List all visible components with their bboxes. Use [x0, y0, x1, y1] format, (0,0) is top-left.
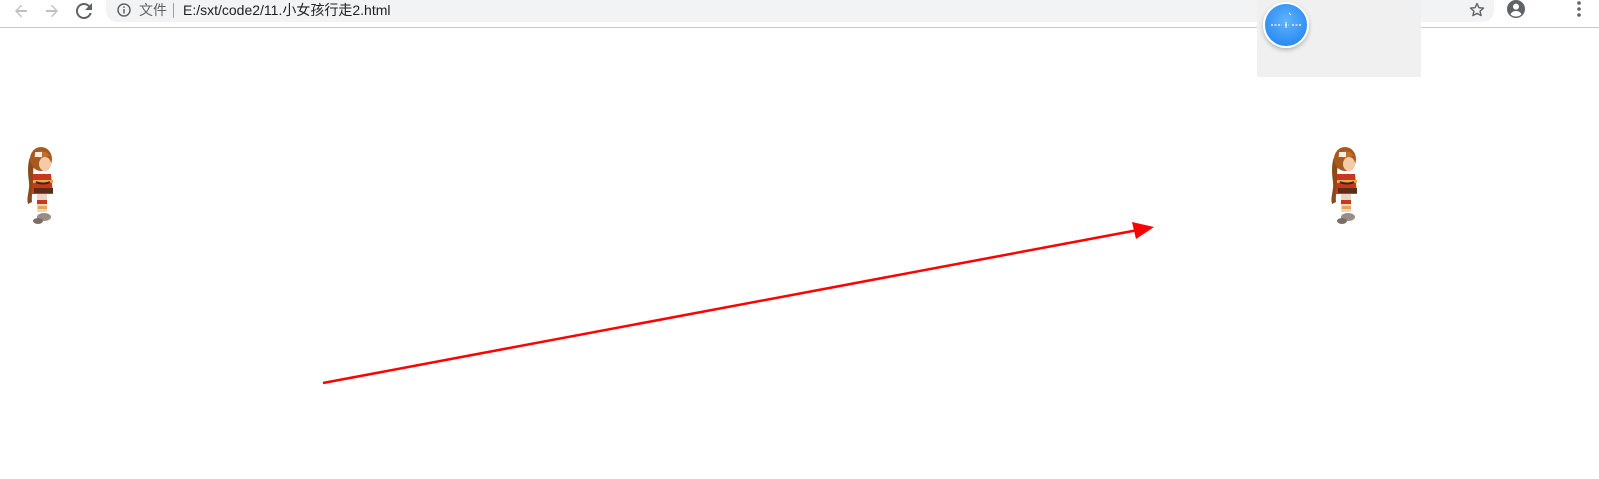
girl-sprite-right: [1324, 146, 1364, 228]
url-text[interactable]: E:/sxt/code2/11.小女孩行走2.html: [183, 2, 390, 19]
arrow-right-icon: [44, 3, 60, 19]
profile-button[interactable]: [1505, 0, 1527, 22]
account-circle-icon: [1506, 0, 1526, 24]
arrow-left-icon: [13, 3, 29, 19]
omnibox-separator: [173, 3, 174, 18]
menu-button[interactable]: [1568, 0, 1590, 22]
scheme-label: 文件: [139, 2, 167, 18]
more-vert-icon: [1576, 0, 1582, 23]
forward-button[interactable]: [38, 0, 66, 22]
page-content: [0, 29, 1599, 479]
back-button[interactable]: [7, 0, 35, 22]
girl-sprite-left: [20, 146, 60, 228]
reload-button[interactable]: [70, 0, 98, 22]
reload-icon: [76, 3, 92, 19]
star-icon[interactable]: [1468, 1, 1486, 19]
info-icon[interactable]: [116, 2, 132, 18]
